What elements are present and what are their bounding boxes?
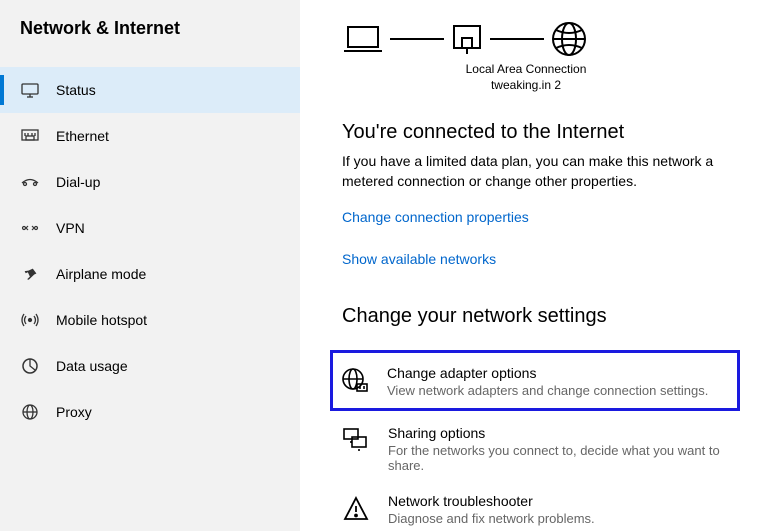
router-icon — [450, 22, 484, 56]
nav-label: VPN — [56, 220, 85, 236]
nav-vpn[interactable]: VPN — [0, 205, 300, 251]
option-desc: For the networks you connect to, decide … — [388, 443, 740, 473]
dialup-icon — [20, 172, 40, 192]
nav-datausage[interactable]: Data usage — [0, 343, 300, 389]
option-title: Network troubleshooter — [388, 493, 595, 509]
nav-label: Dial-up — [56, 174, 100, 190]
nav-hotspot[interactable]: Mobile hotspot — [0, 297, 300, 343]
caption-line2: tweaking.in 2 — [456, 78, 596, 94]
status-subtext: If you have a limited data plan, you can… — [342, 152, 740, 191]
status-headline: You're connected to the Internet — [342, 121, 740, 144]
nav-dialup[interactable]: Dial-up — [0, 159, 300, 205]
option-text: Network troubleshooter Diagnose and fix … — [388, 493, 595, 526]
section-title: Change your network settings — [342, 305, 740, 328]
option-title: Change adapter options — [387, 365, 708, 381]
caption-line1: Local Area Connection — [456, 62, 596, 78]
option-desc: Diagnose and fix network problems. — [388, 511, 595, 526]
option-text: Change adapter options View network adap… — [387, 365, 708, 398]
nav-label: Proxy — [56, 404, 92, 420]
nav-status[interactable]: Status — [0, 67, 300, 113]
option-text: Sharing options For the networks you con… — [388, 425, 740, 473]
nav-label: Data usage — [56, 358, 128, 374]
globe-icon — [550, 20, 588, 58]
airplane-icon — [20, 264, 40, 284]
nav-ethernet[interactable]: Ethernet — [0, 113, 300, 159]
diagram-line — [390, 38, 444, 40]
diagram-line — [490, 38, 544, 40]
option-title: Sharing options — [388, 425, 740, 441]
option-adapter[interactable]: Change adapter options View network adap… — [341, 365, 727, 398]
laptop-icon — [342, 23, 384, 55]
nav-label: Airplane mode — [56, 266, 146, 282]
sharing-icon — [342, 427, 370, 455]
sidebar-title: Network & Internet — [0, 18, 300, 67]
nav-label: Ethernet — [56, 128, 109, 144]
link-available-networks[interactable]: Show available networks — [342, 251, 740, 267]
hotspot-icon — [20, 310, 40, 330]
vpn-icon — [20, 218, 40, 238]
troubleshooter-icon — [342, 495, 370, 523]
datausage-icon — [20, 356, 40, 376]
nav-airplane[interactable]: Airplane mode — [0, 251, 300, 297]
nav-label: Mobile hotspot — [56, 312, 147, 328]
main-content: Local Area Connection tweaking.in 2 You'… — [300, 0, 758, 531]
proxy-icon — [20, 402, 40, 422]
diagram-caption: Local Area Connection tweaking.in 2 — [456, 62, 596, 93]
nav-proxy[interactable]: Proxy — [0, 389, 300, 435]
option-desc: View network adapters and change connect… — [387, 383, 708, 398]
ethernet-icon — [20, 126, 40, 146]
link-connection-properties[interactable]: Change connection properties — [342, 209, 740, 225]
option-sharing[interactable]: Sharing options For the networks you con… — [342, 425, 740, 473]
sidebar: Network & Internet Status Ethernet Dial-… — [0, 0, 300, 531]
connection-diagram — [342, 20, 740, 58]
status-icon — [20, 80, 40, 100]
adapter-icon — [341, 367, 369, 395]
nav-label: Status — [56, 82, 96, 98]
highlight-box: Change adapter options View network adap… — [330, 350, 740, 411]
option-troubleshooter[interactable]: Network troubleshooter Diagnose and fix … — [342, 493, 740, 526]
